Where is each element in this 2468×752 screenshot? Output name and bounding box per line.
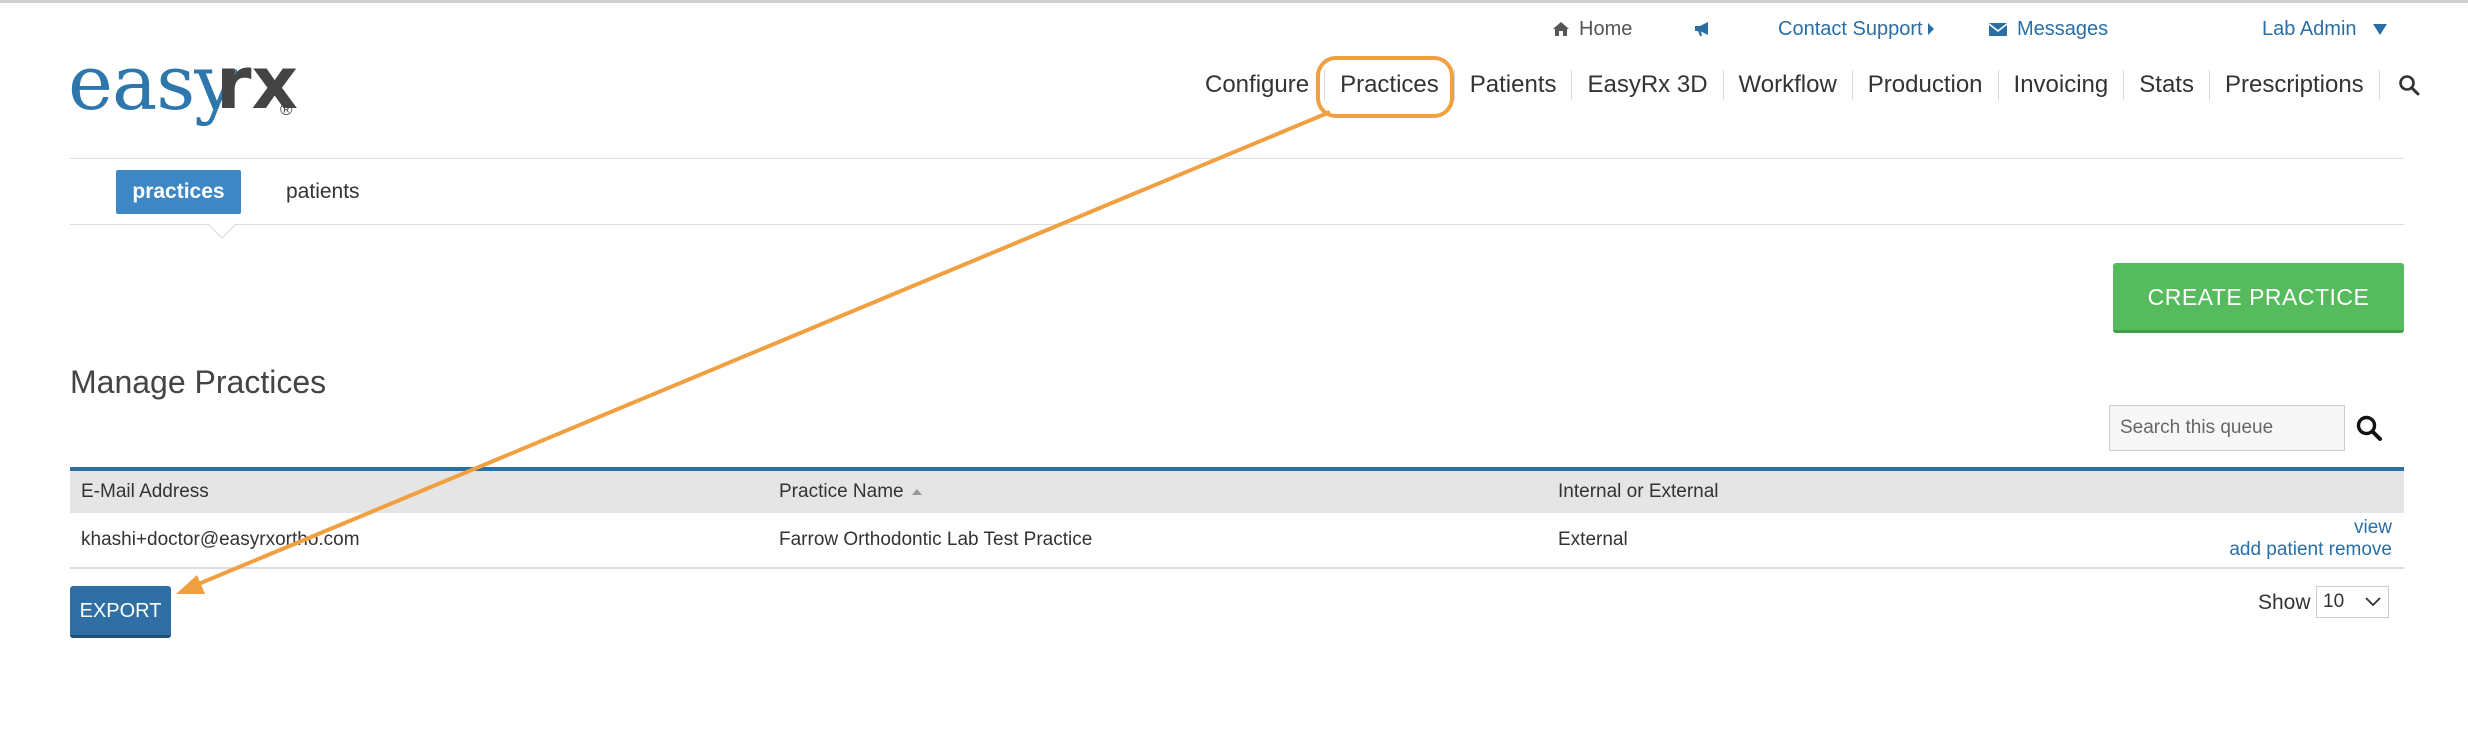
- column-email[interactable]: E-Mail Address: [81, 481, 209, 503]
- practices-table: E-Mail Address Practice Name Internal or…: [70, 467, 2404, 569]
- messages-label: Messages: [2017, 17, 2109, 40]
- contact-support-link[interactable]: Contact Support: [1778, 14, 1934, 44]
- column-practice-name-label: Practice Name: [779, 481, 904, 502]
- view-link[interactable]: view: [2354, 517, 2392, 538]
- page-size-select[interactable]: 10: [2316, 586, 2389, 618]
- table-header: E-Mail Address Practice Name Internal or…: [70, 467, 2404, 513]
- sort-asc-icon: [911, 488, 922, 495]
- envelope-icon: [1988, 22, 2008, 37]
- row-email: khashi+doctor@easyrxortho.com: [81, 529, 360, 550]
- search-queue-button[interactable]: [2355, 414, 2383, 442]
- add-patient-link[interactable]: add patient: [2229, 539, 2323, 560]
- home-link[interactable]: Home: [1552, 14, 1632, 44]
- home-label: Home: [1579, 17, 1633, 40]
- nav-invoicing[interactable]: Invoicing: [1999, 70, 2125, 100]
- logo-text-easy: easy: [68, 38, 237, 127]
- caret-right-icon: [1927, 23, 1934, 35]
- nav-practices[interactable]: Practices: [1325, 70, 1455, 100]
- table-row: khashi+doctor@easyrxortho.com Farrow Ort…: [70, 513, 2404, 569]
- subtab-divider: [70, 224, 2404, 225]
- page-size-value: 10: [2323, 591, 2345, 612]
- subtab-patients[interactable]: patients: [286, 170, 360, 214]
- page-title: Manage Practices: [70, 364, 327, 400]
- search-icon: [2398, 75, 2420, 96]
- row-practice-name: Farrow Orthodontic Lab Test Practice: [779, 529, 1093, 550]
- row-type: External: [1558, 529, 1628, 550]
- nav-stats[interactable]: Stats: [2124, 70, 2210, 100]
- subtab-practices[interactable]: practices: [116, 170, 241, 214]
- account-label: Lab Admin: [2262, 17, 2357, 40]
- annotation-overlay: [176, 56, 1454, 594]
- chevron-down-icon: [2365, 597, 2381, 607]
- show-label: Show: [2258, 591, 2311, 614]
- header-divider: [70, 158, 2404, 159]
- account-menu[interactable]: Lab Admin: [2262, 14, 2387, 44]
- registered-mark: ®: [280, 100, 293, 119]
- easyrx-logo[interactable]: easy rx ®: [68, 38, 308, 138]
- search-icon: [2356, 415, 2382, 441]
- announcements-link[interactable]: [1693, 14, 1722, 44]
- nav-production[interactable]: Production: [1853, 70, 1999, 100]
- messages-link[interactable]: Messages: [1988, 14, 2108, 44]
- annotation-arrowhead: [176, 575, 205, 594]
- active-tab-pointer: [208, 224, 236, 239]
- row-actions: view add patient remove: [2229, 517, 2392, 561]
- caret-down-icon: [2372, 23, 2387, 35]
- nav-workflow[interactable]: Workflow: [1724, 70, 1853, 100]
- top-border: [0, 0, 2468, 3]
- nav-patients[interactable]: Patients: [1455, 70, 1573, 100]
- contact-support-label: Contact Support: [1778, 17, 1923, 40]
- export-button[interactable]: EXPORT: [70, 586, 171, 638]
- nav-easyrx-3d[interactable]: EasyRx 3D: [1572, 70, 1724, 100]
- remove-link[interactable]: remove: [2329, 539, 2392, 560]
- column-practice-name[interactable]: Practice Name: [779, 481, 922, 503]
- search-queue-input[interactable]: [2109, 405, 2345, 451]
- home-icon: [1552, 21, 1570, 37]
- nav-prescriptions[interactable]: Prescriptions: [2210, 70, 2380, 100]
- nav-configure[interactable]: Configure: [1190, 70, 1326, 100]
- main-nav: Configure Practices Patients EasyRx 3D W…: [1190, 62, 2420, 108]
- megaphone-icon: [1693, 20, 1713, 38]
- nav-search-button[interactable]: [2380, 70, 2420, 100]
- column-internal-external[interactable]: Internal or External: [1558, 481, 1719, 503]
- create-practice-button[interactable]: CREATE PRACTICE: [2113, 263, 2404, 333]
